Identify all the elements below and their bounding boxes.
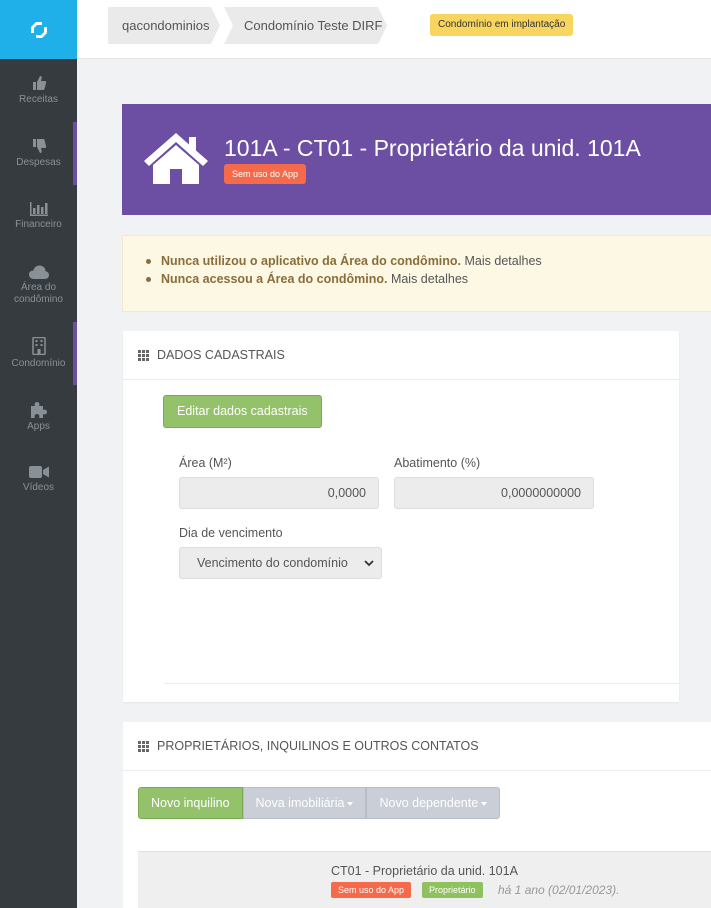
alert-message: Nunca acessou a Área do condômino. — [161, 272, 388, 286]
vencimento-label: Dia de vencimento — [179, 526, 283, 540]
building-icon — [31, 337, 46, 355]
card-title: PROPRIETÁRIOS, INQUILINOS E OUTROS CONTA… — [157, 739, 479, 753]
house-icon — [144, 133, 208, 184]
abatimento-label: Abatimento (%) — [394, 456, 481, 470]
new-tenant-button[interactable]: Novo inquilino — [138, 787, 243, 819]
logo[interactable] — [0, 0, 77, 59]
contact-name[interactable]: CT01 - Proprietário da unid. 101A — [331, 864, 518, 878]
alert-message: Nunca utilizou o aplicativo da Área do c… — [161, 254, 462, 268]
divider — [164, 683, 679, 684]
card-title: DADOS CADASTRAIS — [157, 348, 285, 362]
page-title: 101A - CT01 - Proprietário da unid. 101A — [224, 135, 641, 161]
sidebar-item-label: Vídeos — [22, 482, 55, 493]
button-label: Novo dependente — [379, 796, 479, 810]
details-link[interactable]: Mais detalhes — [465, 254, 542, 268]
video-camera-icon — [28, 466, 49, 478]
sidebar-item-receitas[interactable]: Receitas — [0, 59, 77, 122]
cloud-icon — [28, 265, 49, 279]
sidebar-item-despesas[interactable]: Despesas — [0, 122, 77, 185]
status-badge: Condomínio em implantação — [430, 14, 574, 36]
sidebar-item-label: Despesas — [16, 157, 61, 168]
thumbs-down-icon — [32, 139, 46, 153]
thumbs-up-icon — [32, 76, 46, 90]
breadcrumb-account[interactable]: qacondominios — [108, 7, 220, 44]
sidebar-item-financeiro[interactable]: Financeiro — [0, 185, 77, 248]
card-header: DADOS CADASTRAIS — [123, 331, 679, 380]
grid-icon — [138, 740, 149, 752]
details-link[interactable]: Mais detalhes — [391, 272, 468, 286]
contact-actions: Novo inquilino Nova imobiliária Novo dep… — [138, 787, 501, 819]
puzzle-icon — [31, 401, 47, 418]
unit-header: 101A - CT01 - Proprietário da unid. 101A… — [122, 104, 711, 215]
abatimento-input[interactable]: 0,0000000000 — [394, 477, 594, 509]
card-header: PROPRIETÁRIOS, INQUILINOS E OUTROS CONTA… — [123, 722, 711, 771]
topbar: qacondominios Condomínio Teste DIRF Cond… — [77, 0, 711, 59]
contatos-card: PROPRIETÁRIOS, INQUILINOS E OUTROS CONTA… — [123, 722, 711, 908]
caret-down-icon — [481, 801, 488, 806]
area-label: Área (M²) — [179, 456, 232, 470]
app-usage-badge: Sem uso do App — [224, 164, 307, 184]
alert-item: Nunca acessou a Área do condômino. Mais … — [146, 270, 711, 288]
new-agency-button[interactable]: Nova imobiliária — [242, 787, 367, 819]
bar-chart-icon — [29, 202, 48, 216]
caret-down-icon — [347, 801, 354, 806]
vencimento-select[interactable]: Vencimento do condomínio — [179, 547, 382, 579]
chevron-down-icon — [364, 560, 374, 567]
area-input[interactable]: 0,0000 — [179, 477, 379, 509]
contact-row[interactable]: CT01 - Proprietário da unid. 101A Sem us… — [138, 851, 711, 908]
sidebar-item-area-condomino[interactable]: Área do condômino — [0, 248, 77, 322]
sidebar-item-condominio[interactable]: Condomínio — [0, 322, 77, 385]
new-dependent-button[interactable]: Novo dependente — [366, 787, 501, 819]
sidebar-item-label: Financeiro — [15, 219, 62, 230]
app-usage-tag: Sem uso do App — [331, 882, 412, 898]
app-logo-icon — [30, 21, 47, 38]
button-label: Nova imobiliária — [255, 796, 345, 810]
sidebar-item-label: Apps — [27, 420, 50, 432]
sidebar-item-videos[interactable]: Vídeos — [0, 448, 77, 511]
sidebar-item-label: Condomínio — [11, 358, 66, 369]
edit-data-button[interactable]: Editar dados cadastrais — [163, 395, 322, 428]
sidebar: Receitas Despesas Financeiro Área do con… — [0, 0, 77, 908]
sidebar-item-apps[interactable]: Apps — [0, 385, 77, 448]
warning-alert: Nunca utilizou o aplicativo da Área do c… — [122, 235, 711, 312]
contact-timestamp: há 1 ano (02/01/2023). — [498, 883, 620, 897]
role-tag: Proprietário — [422, 882, 483, 898]
sidebar-item-label: Área do condômino — [14, 281, 63, 305]
dados-cadastrais-card: DADOS CADASTRAIS Editar dados cadastrais… — [123, 331, 679, 702]
vencimento-selected: Vencimento do condomínio — [197, 556, 348, 570]
sidebar-item-label: Receitas — [19, 94, 58, 105]
breadcrumb-condominio[interactable]: Condomínio Teste DIRF — [224, 7, 387, 44]
alert-item: Nunca utilizou o aplicativo da Área do c… — [146, 252, 711, 270]
grid-icon — [138, 349, 149, 361]
